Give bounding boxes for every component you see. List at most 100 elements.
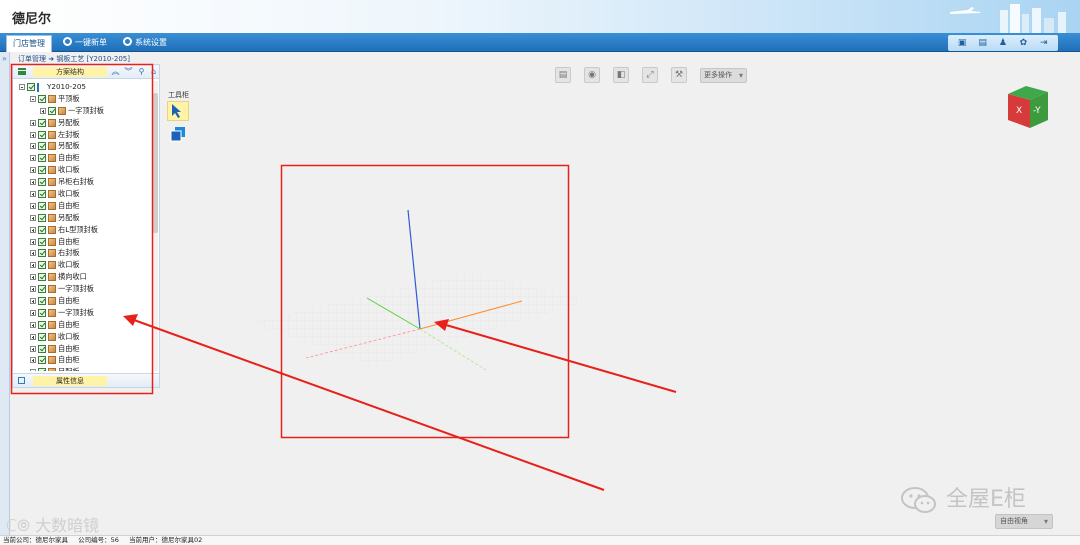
3d-viewport[interactable] — [161, 62, 1080, 535]
checkbox-checked-icon[interactable] — [38, 249, 46, 258]
tree-node[interactable]: 自由柜 — [13, 295, 153, 307]
tree-node[interactable]: 收口板 — [13, 259, 153, 271]
expand-node-icon[interactable] — [30, 333, 36, 340]
expand-node-icon[interactable] — [30, 274, 36, 281]
expand-node-icon[interactable] — [30, 143, 36, 150]
save-icon[interactable]: ▤ — [555, 67, 571, 83]
collapse-strip[interactable]: » — [0, 52, 10, 535]
tree-node[interactable]: 自由柜 — [13, 343, 153, 355]
tree-node[interactable]: 右L型顶封板 — [13, 224, 153, 236]
checkbox-checked-icon[interactable] — [38, 332, 46, 341]
expand-node-icon[interactable] — [30, 321, 36, 328]
expand-all-icon[interactable]: ︽ — [110, 66, 121, 77]
checkbox-checked-icon[interactable] — [38, 130, 46, 139]
layer-icon[interactable]: ◧ — [613, 67, 629, 83]
checkbox-checked-icon[interactable] — [38, 261, 46, 270]
target-icon[interactable]: ◉ — [584, 67, 600, 83]
collapse-node-icon[interactable] — [30, 95, 36, 102]
expand-node-icon[interactable] — [30, 214, 36, 221]
expand-node-icon[interactable] — [30, 226, 36, 233]
checkbox-checked-icon[interactable] — [38, 308, 46, 317]
expand-node-icon[interactable] — [30, 119, 36, 126]
logout-icon[interactable]: ⇥ — [1039, 38, 1049, 48]
copy-tool[interactable] — [170, 126, 186, 142]
gear-icon[interactable]: ✿ — [1018, 38, 1028, 48]
select-pointer-tool[interactable] — [167, 101, 189, 121]
tree-node[interactable]: 另配板 — [13, 117, 153, 129]
expand-node-icon[interactable] — [30, 357, 36, 364]
expand-node-icon[interactable] — [30, 191, 36, 198]
tab-store-management[interactable]: 门店管理 — [6, 35, 52, 52]
expand-node-icon[interactable] — [30, 131, 36, 138]
tree-node[interactable]: 自由柜 — [13, 236, 153, 248]
expand-node-icon[interactable] — [30, 309, 36, 316]
home-icon[interactable]: ⌂ — [148, 66, 159, 77]
tab-new-order[interactable]: 一键新单 — [57, 35, 113, 52]
breadcrumb[interactable]: 订单管理 ➜ 钢板工艺 [Y2010-205] — [18, 54, 130, 64]
tree-scrollbar[interactable] — [153, 81, 158, 371]
checkbox-checked-icon[interactable] — [38, 225, 46, 234]
tree-node[interactable]: 收口板 — [13, 164, 153, 176]
checkbox-checked-icon[interactable] — [38, 118, 46, 127]
expand-node-icon[interactable] — [40, 107, 46, 114]
checkbox-checked-icon[interactable] — [38, 178, 46, 187]
checkbox-checked-icon[interactable] — [27, 83, 35, 91]
tree-node[interactable]: Y2010-205 — [13, 81, 153, 93]
tree-node[interactable]: 收口板 — [13, 331, 153, 343]
checkbox-checked-icon[interactable] — [38, 285, 46, 294]
tree-node[interactable]: 一字顶封板 — [13, 105, 153, 117]
screen-icon[interactable]: ▣ — [957, 38, 967, 48]
expand-node-icon[interactable] — [30, 238, 36, 245]
tree-node[interactable]: 另配板 — [13, 140, 153, 152]
collapse-node-icon[interactable] — [19, 84, 25, 90]
checkbox-checked-icon[interactable] — [38, 213, 46, 222]
fit-icon[interactable]: ⤢ — [642, 67, 658, 83]
menu-icon[interactable] — [18, 68, 26, 75]
tree-node[interactable]: 自由柜 — [13, 354, 153, 366]
checkbox-checked-icon[interactable] — [38, 142, 46, 151]
tree-node[interactable]: 平顶板 — [13, 93, 153, 105]
tree-node[interactable]: 横向收口 — [13, 271, 153, 283]
tree-node[interactable]: 右封板 — [13, 247, 153, 259]
view-mode-select[interactable]: 自由视角 — [995, 514, 1053, 529]
tree-node[interactable]: 左封板 — [13, 129, 153, 141]
checkbox-checked-icon[interactable] — [38, 320, 46, 329]
expand-node-icon[interactable] — [30, 167, 36, 174]
checkbox-checked-icon[interactable] — [38, 237, 46, 246]
scrollbar-thumb[interactable] — [153, 93, 158, 233]
tree-node[interactable]: 另配板 — [13, 366, 153, 371]
expand-node-icon[interactable] — [30, 155, 36, 162]
more-operations-dropdown[interactable]: 更多操作 — [700, 67, 747, 83]
expand-node-icon[interactable] — [30, 250, 36, 257]
tree-node[interactable]: 自由柜 — [13, 152, 153, 164]
checkbox-checked-icon[interactable] — [38, 190, 46, 199]
property-info-header[interactable]: 属性信息 — [13, 373, 159, 387]
expand-node-icon[interactable] — [30, 202, 36, 209]
tree-node[interactable]: 一字顶封板 — [13, 307, 153, 319]
expand-node-icon[interactable] — [30, 345, 36, 352]
checkbox-checked-icon[interactable] — [38, 94, 46, 103]
user-icon[interactable]: ♟ — [998, 38, 1008, 48]
calendar-icon[interactable]: ▤ — [978, 38, 988, 48]
tree-node[interactable]: 吊柜右封板 — [13, 176, 153, 188]
checkbox-checked-icon[interactable] — [38, 297, 46, 306]
expand-node-icon[interactable] — [30, 262, 36, 269]
view-cube[interactable]: X -Y — [1004, 84, 1052, 130]
tree-node[interactable]: 自由柜 — [13, 319, 153, 331]
tree-node[interactable]: 一字顶封板 — [13, 283, 153, 295]
checkbox-checked-icon[interactable] — [38, 273, 46, 282]
expand-node-icon[interactable] — [30, 179, 36, 186]
expand-node-icon[interactable] — [30, 286, 36, 293]
checkbox-checked-icon[interactable] — [38, 201, 46, 210]
expand-node-icon[interactable] — [30, 298, 36, 305]
tree-node[interactable]: 收口板 — [13, 188, 153, 200]
checkbox-checked-icon[interactable] — [38, 154, 46, 163]
collapse-arrows-icon[interactable]: » — [2, 54, 7, 63]
tree-node[interactable]: 自由柜 — [13, 200, 153, 212]
tools-icon[interactable]: ⚒ — [671, 67, 687, 83]
expand-node-icon[interactable] — [30, 369, 36, 371]
checkbox-checked-icon[interactable] — [48, 106, 56, 115]
collapse-all-icon[interactable]: ︾ — [123, 66, 134, 77]
checkbox-checked-icon[interactable] — [38, 368, 46, 371]
tree-node[interactable]: 另配板 — [13, 212, 153, 224]
